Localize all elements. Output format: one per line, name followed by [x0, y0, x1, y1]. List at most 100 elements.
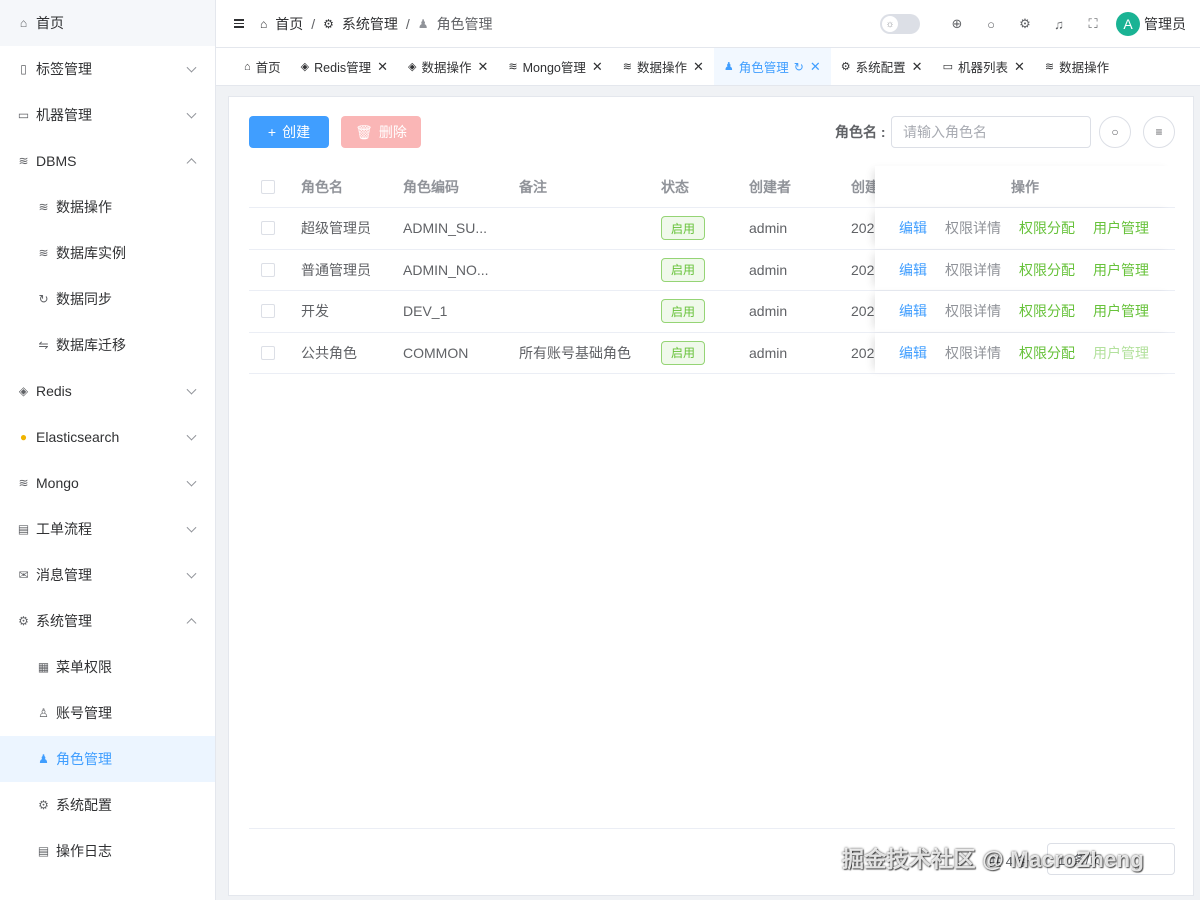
tab-label: 数据操作 — [636, 61, 687, 75]
role-name-search-input[interactable] — [891, 116, 1091, 148]
theme-switch[interactable]: ☼ — [880, 14, 920, 34]
permission-assign-link[interactable]: 权限分配 — [1019, 343, 1075, 363]
users-icon: ♟ — [723, 61, 734, 73]
close-icon[interactable]: ✕ — [1014, 59, 1025, 75]
table-row: 超级管理员 ADMIN_SU... 启用 admin 202 编辑 权限详情 权… — [249, 208, 1175, 250]
edit-link[interactable]: 编辑 — [899, 218, 927, 238]
role-name-cell: 超级管理员 — [301, 220, 371, 237]
chevron-down-icon — [186, 476, 197, 487]
sidebar-item-redis[interactable]: ◈ Redis — [0, 368, 215, 414]
tab-machines[interactable]: ▭ 机器列表 ✕ — [933, 48, 1035, 85]
breadcrumb-separator: / — [311, 15, 316, 32]
sidebar-item-label: 数据操作 — [56, 199, 112, 215]
permission-detail-link[interactable]: 权限详情 — [945, 218, 1001, 238]
edit-link[interactable]: 编辑 — [899, 301, 927, 321]
sidebar-item-data-ops[interactable]: ≋ 数据操作 — [0, 184, 215, 230]
tab-redis[interactable]: ◈ Redis管理 ✕ — [291, 48, 398, 85]
sidebar-item-dbms[interactable]: ≋ DBMS — [0, 138, 215, 184]
sidebar-item-data-sync[interactable]: ↻ 数据同步 — [0, 276, 215, 322]
row-checkbox[interactable] — [261, 262, 275, 277]
permission-assign-link[interactable]: 权限分配 — [1019, 260, 1075, 280]
chevron-up-icon — [186, 618, 197, 629]
locale-icon[interactable]: ⊕ — [940, 16, 974, 32]
permission-assign-link[interactable]: 权限分配 — [1019, 218, 1075, 238]
sidebar-item-elasticsearch[interactable]: ● Elasticsearch — [0, 414, 215, 460]
permission-detail-link[interactable]: 权限详情 — [945, 343, 1001, 363]
permission-detail-link[interactable]: 权限详情 — [945, 260, 1001, 280]
sidebar-item-home[interactable]: ⌂ 首页 — [0, 0, 215, 46]
status-cell: 启用 — [661, 208, 706, 249]
sidebar-item-accounts[interactable]: ♙ 账号管理 — [0, 690, 215, 736]
close-icon[interactable]: ✕ — [810, 59, 821, 75]
sidebar-item-messages[interactable]: ✉ 消息管理 — [0, 552, 215, 598]
sidebar-item-machines[interactable]: ▭ 机器管理 — [0, 92, 215, 138]
sidebar-item-label: Elasticsearch — [36, 429, 120, 445]
filter-settings-button[interactable]: ≡ — [1143, 116, 1175, 148]
role-code-cell: COMMON — [403, 344, 469, 361]
bell-icon[interactable]: ♫ — [1042, 17, 1076, 32]
permission-assign-link[interactable]: 权限分配 — [1019, 301, 1075, 321]
role-code-cell: ADMIN_SU... — [403, 220, 488, 237]
close-icon[interactable]: ✕ — [592, 59, 603, 75]
sidebar-item-system-config[interactable]: ⚙ 系统配置 — [0, 782, 215, 828]
close-icon[interactable]: ✕ — [377, 59, 388, 75]
sidebar-item-menu-permissions[interactable]: ▦ 菜单权限 — [0, 644, 215, 690]
users-icon: ♟ — [417, 16, 429, 31]
footer-divider — [249, 828, 1175, 829]
sidebar-item-workflow[interactable]: ▤ 工单流程 — [0, 506, 215, 552]
breadcrumb-separator: / — [405, 15, 410, 32]
user-management-link[interactable]: 用户管理 — [1093, 218, 1149, 238]
database-icon: ≋ — [38, 200, 49, 214]
search-button[interactable]: ○ — [1099, 116, 1131, 148]
gear-icon: ⚙ — [38, 798, 49, 812]
row-actions: 编辑 权限详情 权限分配 用户管理 — [875, 332, 1175, 373]
chevron-down-icon — [186, 522, 197, 533]
tab-system-config[interactable]: ⚙ 系统配置 ✕ — [831, 48, 933, 85]
user-management-link[interactable]: 用户管理 — [1093, 260, 1149, 280]
menu-toggle-icon[interactable] — [234, 19, 244, 28]
close-icon[interactable]: ✕ — [912, 59, 923, 75]
sidebar-item-system[interactable]: ⚙ 系统管理 — [0, 598, 215, 644]
monitor-icon: ▭ — [17, 108, 30, 122]
breadcrumb-item[interactable]: 系统管理 — [342, 14, 398, 34]
gear-icon[interactable]: ⚙ — [1008, 16, 1042, 32]
row-checkbox[interactable] — [261, 221, 275, 236]
tab-db-data-ops[interactable]: ≋ 数据操作 ✕ — [613, 48, 714, 85]
select-all-checkbox[interactable] — [261, 179, 275, 194]
delete-button[interactable]: 🗑 删除 — [341, 116, 421, 148]
tab-redis-data-ops[interactable]: ◈ 数据操作 ✕ — [398, 48, 498, 85]
search-icon[interactable]: ○ — [974, 17, 1008, 32]
permission-detail-link[interactable]: 权限详情 — [945, 301, 1001, 321]
edit-link[interactable]: 编辑 — [899, 260, 927, 280]
edit-link[interactable]: 编辑 — [899, 343, 927, 363]
fullscreen-icon[interactable]: ⛶ — [1076, 16, 1110, 32]
tab-roles[interactable]: ♟ 角色管理 ↻ ✕ — [713, 48, 831, 85]
row-checkbox[interactable] — [261, 304, 275, 319]
sidebar-item-db-migration[interactable]: ⇋ 数据库迁移 — [0, 322, 215, 368]
tab-data-ops-3[interactable]: ≋ 数据操作 — [1035, 48, 1119, 85]
breadcrumb-item[interactable]: 首页 — [275, 14, 303, 34]
create-button[interactable]: + 创建 — [249, 116, 329, 148]
row-checkbox[interactable] — [261, 345, 275, 360]
avatar[interactable]: A — [1116, 12, 1140, 36]
row-actions: 编辑 权限详情 权限分配 用户管理 — [875, 291, 1175, 332]
sidebar-item-tags[interactable]: ▯ 标签管理 — [0, 46, 215, 92]
sidebar-item-mongo[interactable]: ≋ Mongo — [0, 460, 215, 506]
tab-mongo[interactable]: ≋ Mongo管理 ✕ — [498, 48, 612, 85]
role-list-card: + 创建 🗑 删除 角色名 : ○ ≡ 角色名 角色编码 备注 状态 创建者 创建 … — [228, 96, 1194, 896]
refresh-icon[interactable]: ↻ — [794, 60, 804, 74]
sidebar-item-roles[interactable]: ♟ 角色管理 — [0, 736, 215, 782]
chevron-down-icon — [186, 384, 197, 395]
tab-home[interactable]: ⌂ 首页 — [234, 48, 291, 85]
chevron-down-icon — [186, 108, 197, 119]
table-row: 普通管理员 ADMIN_NO... 启用 admin 202 编辑 权限详情 权… — [249, 249, 1175, 291]
sidebar-item-db-instance[interactable]: ≋ 数据库实例 — [0, 230, 215, 276]
username[interactable]: 管理员 — [1144, 14, 1186, 34]
close-icon[interactable]: ✕ — [693, 59, 704, 75]
user-management-link[interactable]: 用户管理 — [1093, 301, 1149, 321]
close-icon[interactable]: ✕ — [478, 59, 489, 75]
database-icon: ≋ — [508, 61, 518, 73]
sidebar-item-label: 菜单权限 — [56, 659, 112, 675]
sidebar-item-label: Mongo — [36, 475, 79, 491]
sidebar-item-operation-log[interactable]: ▤ 操作日志 — [0, 828, 215, 874]
